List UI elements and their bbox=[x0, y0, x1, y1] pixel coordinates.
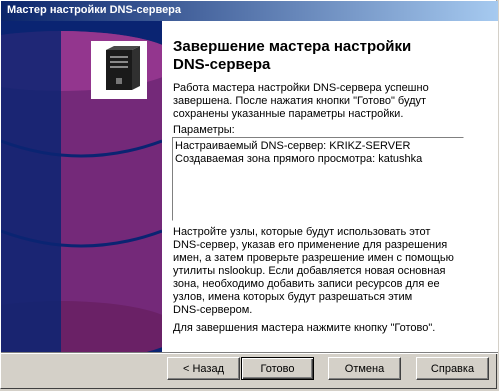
title-bar[interactable]: Мастер настройки DNS-сервера bbox=[1, 1, 498, 21]
window-title: Мастер настройки DNS-сервера bbox=[7, 4, 182, 16]
params-textbox[interactable]: Настраиваемый DNS-сервер: KRIKZ-SERVER С… bbox=[172, 137, 464, 221]
note-line: утилиты nslookup. Если добавляется новая… bbox=[173, 265, 446, 277]
wizard-window: Мастер настройки DNS-сервера Завершение … bbox=[0, 0, 498, 389]
intro-line-3: сохранены указанные параметры настройки. bbox=[173, 108, 404, 120]
cancel-button[interactable]: Отмена bbox=[328, 357, 401, 380]
button-separator bbox=[1, 352, 498, 354]
back-button[interactable]: < Назад bbox=[167, 357, 240, 380]
wizard-content: Завершение мастера настройки DNS-сервера… bbox=[162, 21, 498, 352]
instructions-text: Настройте узлы, которые будут использова… bbox=[173, 226, 493, 317]
param-zone: Создаваемая зона прямого просмотра: katu… bbox=[175, 153, 423, 165]
heading-line-1: Завершение мастера настройки bbox=[173, 38, 412, 55]
finish-button[interactable]: Готово bbox=[241, 357, 314, 380]
note-line: Настройте узлы, которые будут использова… bbox=[173, 226, 431, 238]
server-icon bbox=[91, 41, 147, 99]
note-line: узлов, имена которых будут разрешаться э… bbox=[173, 291, 413, 303]
intro-text: Работа мастера настройки DNS-сервера усп… bbox=[173, 82, 483, 121]
finish-instruction: Для завершения мастера нажмите кнопку "Г… bbox=[173, 322, 436, 334]
params-label: Параметры: bbox=[173, 124, 235, 136]
note-line: имен, а затем проверьте разрешение имен … bbox=[173, 252, 454, 264]
intro-line-2: завершена. После нажатия кнопки "Готово"… bbox=[173, 95, 427, 107]
note-line: зона, необходимо добавить записи ресурсо… bbox=[173, 278, 440, 290]
page-title: Завершение мастера настройки DNS-сервера bbox=[173, 38, 473, 74]
heading-line-2: DNS-сервера bbox=[173, 56, 271, 73]
wizard-side-panel bbox=[1, 21, 162, 352]
intro-line-1: Работа мастера настройки DNS-сервера усп… bbox=[173, 82, 429, 94]
param-server: Настраиваемый DNS-сервер: KRIKZ-SERVER bbox=[175, 140, 411, 152]
note-line: DNS-сервер, указав его применение для ра… bbox=[173, 239, 448, 251]
help-button[interactable]: Справка bbox=[416, 357, 489, 380]
note-line: DNS-сервером. bbox=[173, 304, 253, 316]
